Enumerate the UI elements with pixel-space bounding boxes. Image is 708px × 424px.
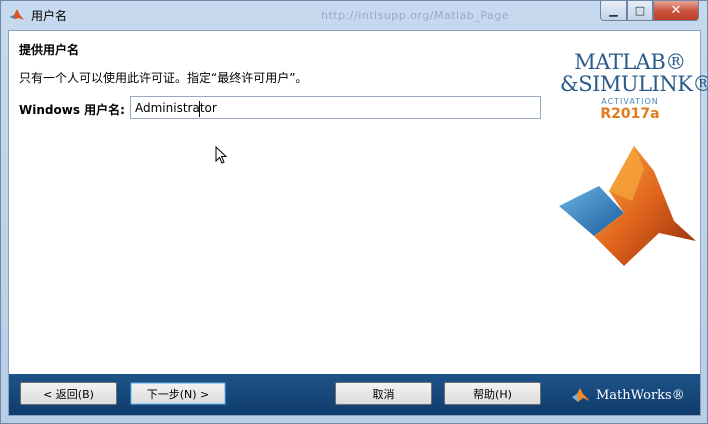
close-button[interactable]: ✕ [653, 1, 699, 21]
mouse-pointer-icon [215, 146, 227, 164]
help-button[interactable]: 帮助(H) [444, 382, 541, 405]
footer-bar: < 返回(B) 下一步(N) > 取消 帮助(H) MathWorks® [9, 374, 700, 415]
mathworks-text: MathWorks® [596, 387, 685, 403]
background-window-title: http://intlsupp.org/Matlab_Page [321, 9, 509, 22]
window-title: 用户名 [31, 9, 68, 23]
instruction-text: 只有一个人可以使用此许可证。指定“最终许可用户”。 [19, 71, 308, 85]
logo-simulink-text: &SIMULINK® [560, 72, 708, 96]
next-button[interactable]: 下一步(N) > [130, 382, 226, 405]
minimize-icon: ▁ [609, 4, 618, 17]
maximize-icon: □ [634, 4, 646, 17]
maximize-button[interactable]: □ [627, 1, 653, 21]
logo-activation-text: ACTIVATION [601, 97, 659, 106]
title-bar[interactable]: 用户名 http://intlsupp.org/Matlab_Page ▁ □ … [1, 1, 707, 29]
release-label: R2017a [600, 106, 660, 122]
back-button[interactable]: < 返回(B) [20, 382, 117, 405]
username-input[interactable] [130, 96, 541, 119]
cancel-button[interactable]: 取消 [335, 382, 432, 405]
page-heading: 提供用户名 [19, 43, 80, 57]
matlab-simulink-logo: MATLAB® &SIMULINK® ACTIVATION R2017a [560, 50, 708, 122]
logo-matlab-text: MATLAB® [574, 50, 686, 74]
matlab-membrane-logo [559, 146, 696, 266]
close-icon: ✕ [670, 3, 682, 18]
minimize-button[interactable]: ▁ [600, 1, 627, 21]
matlab-icon [10, 9, 24, 20]
mathworks-membrane-icon [572, 388, 590, 402]
username-label: Windows 用户名: [19, 103, 125, 117]
dialog-content: 提供用户名 只有一个人可以使用此许可证。指定“最终许可用户”。 Windows … [8, 30, 708, 416]
mathworks-logo: MathWorks® [571, 385, 685, 405]
text-cursor [199, 101, 200, 117]
installer-window: 用户名 http://intlsupp.org/Matlab_Page ▁ □ … [0, 0, 708, 424]
